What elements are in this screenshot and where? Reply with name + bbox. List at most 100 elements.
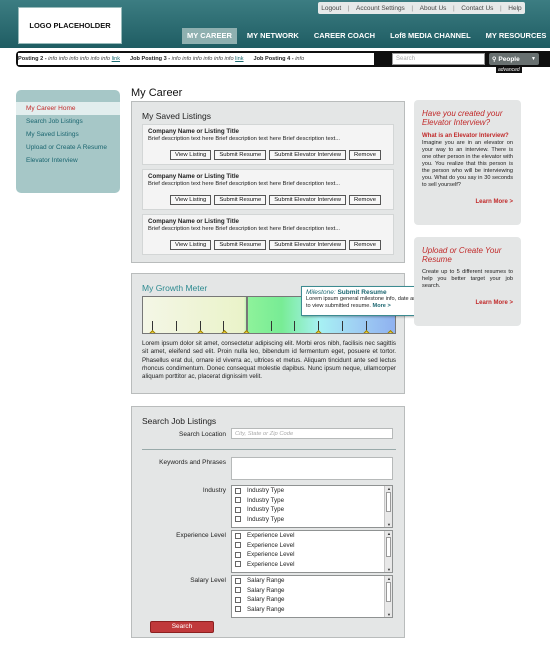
industry-option[interactable]: Industry Type — [232, 486, 392, 496]
milestone-marker[interactable] — [386, 329, 395, 333]
salary-option[interactable]: Salary Range — [232, 586, 392, 596]
listing-description: Brief description text here Brief descri… — [148, 136, 341, 142]
nav-my-career[interactable]: MY CAREER — [182, 28, 237, 44]
salary-option[interactable]: Salary Range — [232, 605, 392, 615]
nav-media-channel[interactable]: Lof8 MEDIA CHANNEL — [385, 28, 476, 44]
keywords-input[interactable] — [231, 457, 393, 480]
submit-elevator-interview-button[interactable]: Submit Elevator Interview — [269, 240, 347, 250]
experience-option[interactable]: Experience Level — [232, 541, 392, 551]
ticker-post-title: Job Posting 4 - — [253, 56, 296, 62]
scroll-thumb[interactable] — [386, 582, 391, 602]
submit-resume-button[interactable]: Submit Resume — [214, 195, 267, 205]
scroll-up-icon[interactable]: ▲ — [385, 576, 393, 581]
promo-subheading[interactable]: What is an Elevator Interview? — [422, 133, 513, 139]
meter-tick — [342, 321, 343, 331]
industry-label: Industry — [202, 487, 226, 494]
ticker-post: Posting 2 - info info info info info inf… — [18, 56, 120, 62]
search-button[interactable]: Search — [150, 621, 214, 633]
milestone-marker[interactable] — [242, 329, 251, 333]
sidebar-item-elevator-interview[interactable]: Elevator Interview — [16, 154, 120, 167]
checkbox[interactable] — [235, 487, 241, 494]
learn-more-link[interactable]: Learn More > — [422, 300, 513, 306]
checkbox[interactable] — [235, 516, 241, 523]
listing-title[interactable]: Company Name or Listing Title — [148, 128, 239, 135]
milestone-more-link[interactable]: More > — [373, 303, 391, 309]
checkbox[interactable] — [235, 506, 241, 513]
checkbox[interactable] — [235, 542, 241, 549]
industry-list[interactable]: Industry Type Industry Type Industry Typ… — [231, 485, 393, 528]
ticker-post-title: Posting 2 - — [18, 56, 49, 62]
view-listing-button[interactable]: View Listing — [170, 195, 212, 205]
sidebar-item-search-job-listings[interactable]: Search Job Listings — [16, 115, 120, 128]
salary-option[interactable]: Salary Range — [232, 576, 392, 586]
search-scope-select[interactable]: ⚲ People ▼ — [489, 53, 539, 65]
industry-option[interactable]: Industry Type — [232, 496, 392, 506]
listing-title[interactable]: Company Name or Listing Title — [148, 218, 239, 225]
remove-button[interactable]: Remove — [349, 240, 381, 250]
ticker-post-link[interactable]: link — [235, 56, 243, 62]
scroll-thumb[interactable] — [386, 537, 391, 557]
milestone-marker[interactable] — [314, 329, 323, 333]
scroll-up-icon[interactable]: ▲ — [385, 486, 393, 491]
header: LOGO PLACEHOLDER Logout | Account Setting… — [0, 0, 550, 48]
ticker-post-link[interactable]: link — [112, 56, 120, 62]
scrollbar[interactable]: ▲ ▼ — [384, 576, 392, 617]
sidebar-item-my-saved-listings[interactable]: My Saved Listings — [16, 128, 120, 141]
checkbox[interactable] — [235, 532, 241, 539]
experience-option[interactable]: Experience Level — [232, 531, 392, 541]
checkbox[interactable] — [235, 577, 241, 584]
search-input[interactable]: Search — [392, 53, 485, 65]
industry-option[interactable]: Industry Type — [232, 505, 392, 515]
checkbox[interactable] — [235, 606, 241, 613]
salary-option[interactable]: Salary Range — [232, 595, 392, 605]
chevron-down-icon: ▼ — [531, 56, 536, 62]
checkbox[interactable] — [235, 596, 241, 603]
logout-link[interactable]: Logout — [321, 5, 341, 12]
submit-resume-button[interactable]: Submit Resume — [214, 240, 267, 250]
checkbox[interactable] — [235, 497, 241, 504]
help-link[interactable]: Help — [508, 5, 521, 12]
sidebar-item-my-career-home[interactable]: My Career Home — [16, 102, 120, 115]
view-listing-button[interactable]: View Listing — [170, 150, 212, 160]
checkbox[interactable] — [235, 587, 241, 594]
scrollbar[interactable]: ▲ ▼ — [384, 486, 392, 527]
experience-list[interactable]: Experience Level Experience Level Experi… — [231, 530, 393, 573]
checkbox[interactable] — [235, 551, 241, 558]
milestone-marker[interactable] — [362, 329, 371, 333]
scroll-thumb[interactable] — [386, 492, 391, 512]
salary-option-label: Salary Range — [247, 586, 285, 594]
industry-option[interactable]: Industry Type — [232, 515, 392, 525]
logo[interactable]: LOGO PLACEHOLDER — [18, 7, 122, 44]
location-input[interactable]: City, State or Zip Code — [231, 428, 393, 439]
remove-button[interactable]: Remove — [349, 195, 381, 205]
scroll-down-icon[interactable]: ▼ — [385, 522, 393, 527]
remove-button[interactable]: Remove — [349, 150, 381, 160]
nav-my-resources[interactable]: MY RESOURCES — [481, 28, 550, 44]
submit-elevator-interview-button[interactable]: Submit Elevator Interview — [269, 195, 347, 205]
milestone-marker[interactable] — [220, 329, 229, 333]
experience-option[interactable]: Experience Level — [232, 550, 392, 560]
scroll-down-icon[interactable]: ▼ — [385, 612, 393, 617]
sidebar-item-upload-resume[interactable]: Upload or Create A Resume — [16, 141, 120, 154]
submit-elevator-interview-button[interactable]: Submit Elevator Interview — [269, 150, 347, 160]
nav-my-network[interactable]: MY NETWORK — [242, 28, 304, 44]
divider — [142, 449, 396, 450]
submit-resume-button[interactable]: Submit Resume — [214, 150, 267, 160]
view-listing-button[interactable]: View Listing — [170, 240, 212, 250]
listing-title[interactable]: Company Name or Listing Title — [148, 173, 239, 180]
about-us-link[interactable]: About Us — [420, 5, 447, 12]
milestone-marker[interactable] — [148, 329, 157, 333]
milestone-marker[interactable] — [196, 329, 205, 333]
advanced-search-link[interactable]: advanced — [496, 67, 522, 73]
listing-card: Company Name or Listing Title Brief desc… — [142, 214, 394, 255]
scrollbar[interactable]: ▲ ▼ — [384, 531, 392, 572]
contact-us-link[interactable]: Contact Us — [461, 5, 493, 12]
scroll-down-icon[interactable]: ▼ — [385, 567, 393, 572]
checkbox[interactable] — [235, 561, 241, 568]
account-settings-link[interactable]: Account Settings — [356, 5, 405, 12]
scroll-up-icon[interactable]: ▲ — [385, 531, 393, 536]
nav-career-coach[interactable]: CAREER COACH — [309, 28, 380, 44]
salary-list[interactable]: Salary Range Salary Range Salary Range S… — [231, 575, 393, 618]
experience-option[interactable]: Experience Level — [232, 560, 392, 570]
learn-more-link[interactable]: Learn More > — [422, 199, 513, 205]
